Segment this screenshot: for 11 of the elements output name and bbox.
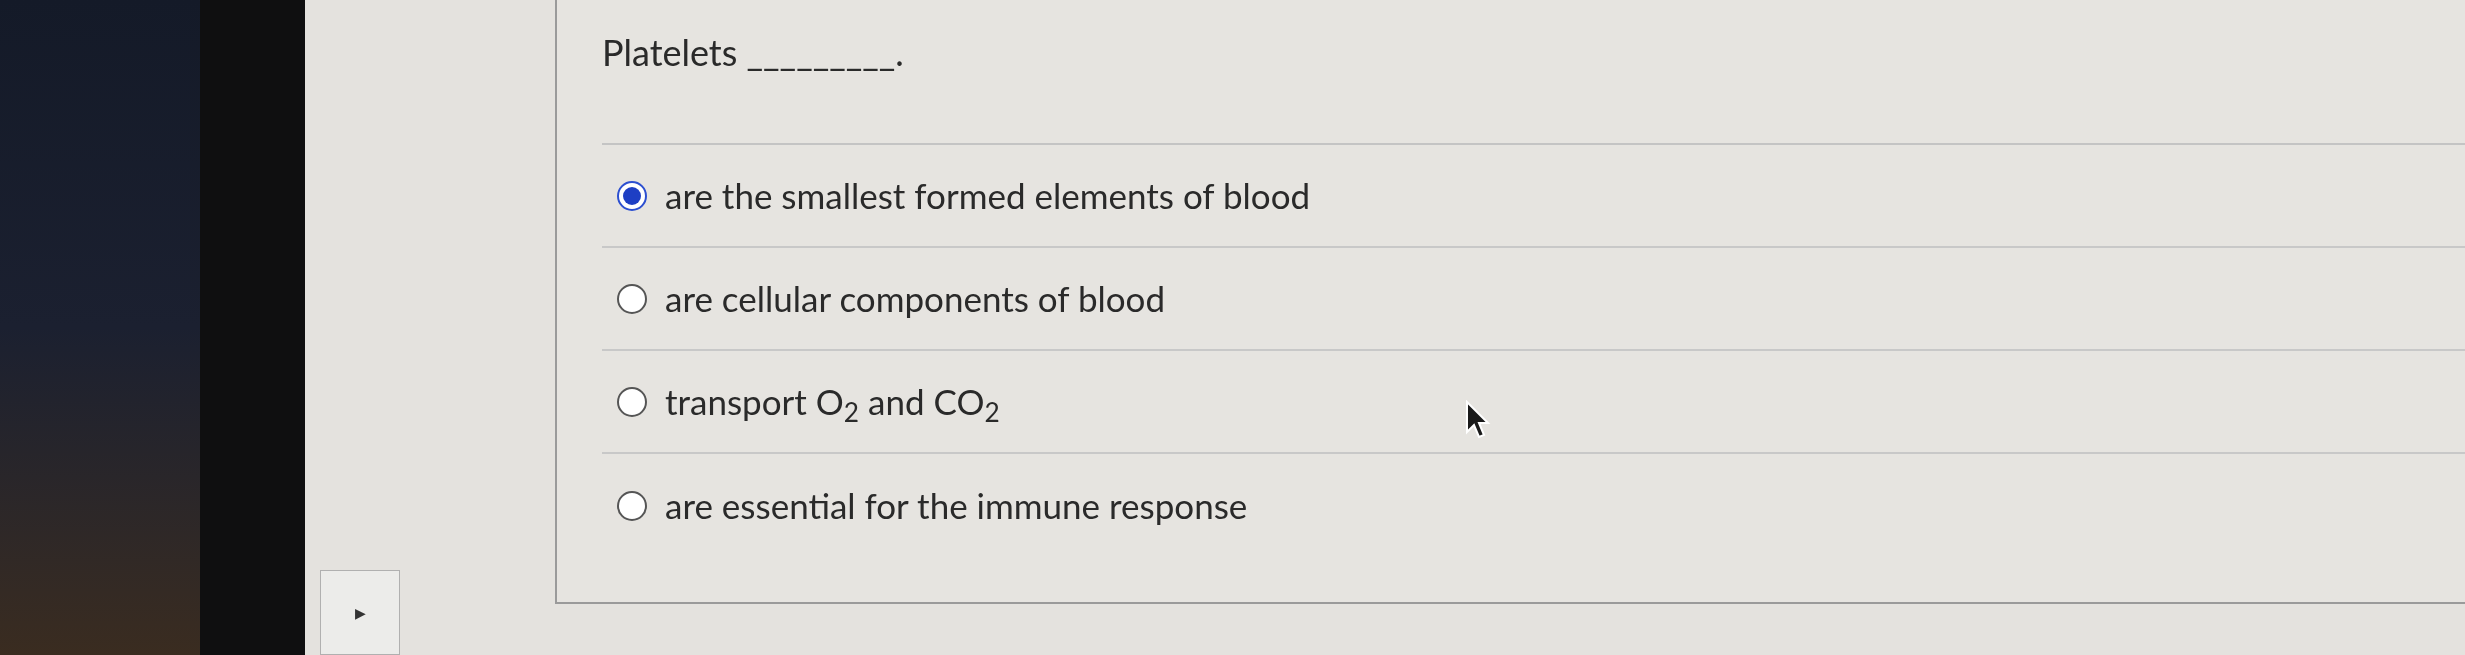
radio-button[interactable] — [617, 490, 647, 521]
radio-button[interactable] — [617, 180, 647, 211]
radio-button[interactable] — [617, 283, 647, 314]
side-button[interactable]: ▶ — [320, 570, 400, 655]
option-label: are cellular components of blood — [665, 276, 1166, 322]
cursor-icon — [1465, 400, 1491, 440]
option-label: transport O$_{2}$ and CO$_{2}$ — [665, 379, 1000, 428]
option-label: are essential for the immune response — [665, 483, 1248, 529]
option-label: are the smallest formed elements of blood — [665, 173, 1311, 219]
question-text: Platelets _________. — [602, 0, 2465, 145]
radio-button[interactable] — [617, 386, 647, 417]
